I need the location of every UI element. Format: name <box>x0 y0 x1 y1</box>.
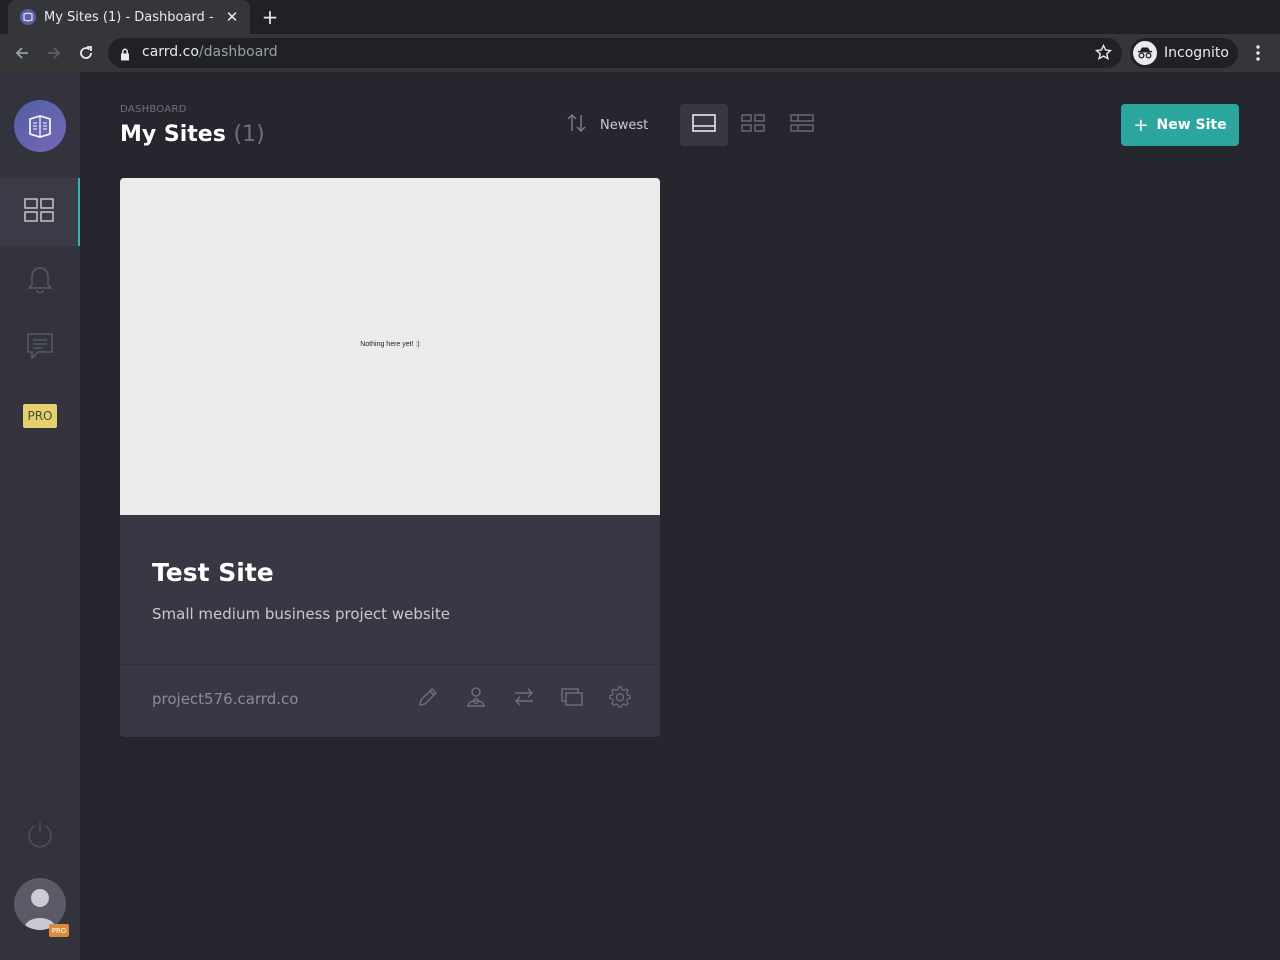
grid-icon <box>24 198 54 226</box>
logout-button[interactable] <box>0 802 80 870</box>
browser-tab-strip: My Sites (1) - Dashboard - ✕ + <box>0 0 1280 34</box>
view-large-button[interactable] <box>680 104 728 146</box>
browser-toolbar: carrd.co/dashboard Incognito <box>0 34 1280 72</box>
transfer-site-button[interactable] <box>512 687 536 711</box>
share-site-button[interactable] <box>464 687 488 711</box>
site-url-link[interactable]: project576.carrd.co <box>152 690 298 708</box>
lock-icon <box>120 46 130 65</box>
new-site-label: New Site <box>1156 117 1227 133</box>
site-title[interactable]: Test Site <box>152 558 274 587</box>
avatar-pro-badge: PRO <box>49 924 69 937</box>
sidebar-item-pro[interactable]: PRO <box>0 382 80 450</box>
edit-site-button[interactable] <box>416 687 440 711</box>
sidebar-item-messages[interactable] <box>0 314 80 382</box>
view-grid-button[interactable] <box>729 104 777 146</box>
avatar[interactable] <box>14 878 66 930</box>
page-title: My Sites (1) <box>120 122 265 147</box>
view-list-button[interactable] <box>778 104 826 146</box>
sort-icon <box>566 112 588 138</box>
reload-icon[interactable] <box>73 40 99 66</box>
transfer-icon <box>513 686 535 712</box>
incognito-profile-button[interactable]: Incognito <box>1130 38 1238 68</box>
sidebar-item-notifications[interactable] <box>0 246 80 314</box>
duplicate-site-button[interactable] <box>560 687 584 711</box>
site-count: (1) <box>233 122 265 147</box>
view-list-icon <box>790 114 814 136</box>
incognito-label: Incognito <box>1164 45 1229 61</box>
new-tab-button[interactable]: + <box>258 5 282 29</box>
close-tab-icon[interactable]: ✕ <box>222 8 242 26</box>
site-preview[interactable]: Nothing here yet! :) <box>120 178 660 515</box>
incognito-icon <box>1133 41 1157 65</box>
power-icon <box>26 820 54 852</box>
gear-icon <box>609 686 631 712</box>
forward-arrow-icon[interactable] <box>41 40 67 66</box>
carrd-logo[interactable] <box>14 100 66 152</box>
sidebar: PRO PRO <box>0 72 80 960</box>
bookmark-star-icon[interactable] <box>1094 43 1113 65</box>
duplicate-icon <box>561 686 583 712</box>
bell-icon <box>27 263 53 297</box>
sort-dropdown[interactable]: Newest <box>566 110 648 140</box>
site-settings-button[interactable] <box>608 686 632 712</box>
browser-tab[interactable]: My Sites (1) - Dashboard - ✕ <box>8 0 250 34</box>
site-description: Small medium business project website <box>152 605 450 623</box>
tab-title: My Sites (1) - Dashboard - <box>44 9 214 25</box>
site-card: Nothing here yet! :) Test Site Small med… <box>120 178 660 737</box>
carrd-favicon-icon <box>20 9 36 25</box>
chat-icon <box>26 332 54 364</box>
pro-badge: PRO <box>23 404 57 428</box>
address-bar[interactable]: carrd.co/dashboard <box>108 38 1122 68</box>
view-large-icon <box>692 114 716 136</box>
preview-text: Nothing here yet! :) <box>360 341 420 348</box>
sidebar-item-dashboard[interactable] <box>0 178 80 246</box>
new-site-button[interactable]: + New Site <box>1121 104 1239 146</box>
breadcrumb: DASHBOARD <box>120 104 187 115</box>
back-arrow-icon[interactable] <box>9 40 35 66</box>
sort-label: Newest <box>600 117 649 133</box>
view-grid-icon <box>741 114 765 136</box>
card-divider <box>120 664 660 665</box>
browser-menu-icon[interactable] <box>1248 43 1268 63</box>
pencil-icon <box>417 686 439 712</box>
plus-icon: + <box>1133 114 1149 136</box>
share-users-icon <box>465 686 487 712</box>
url-text: carrd.co/dashboard <box>142 44 278 60</box>
